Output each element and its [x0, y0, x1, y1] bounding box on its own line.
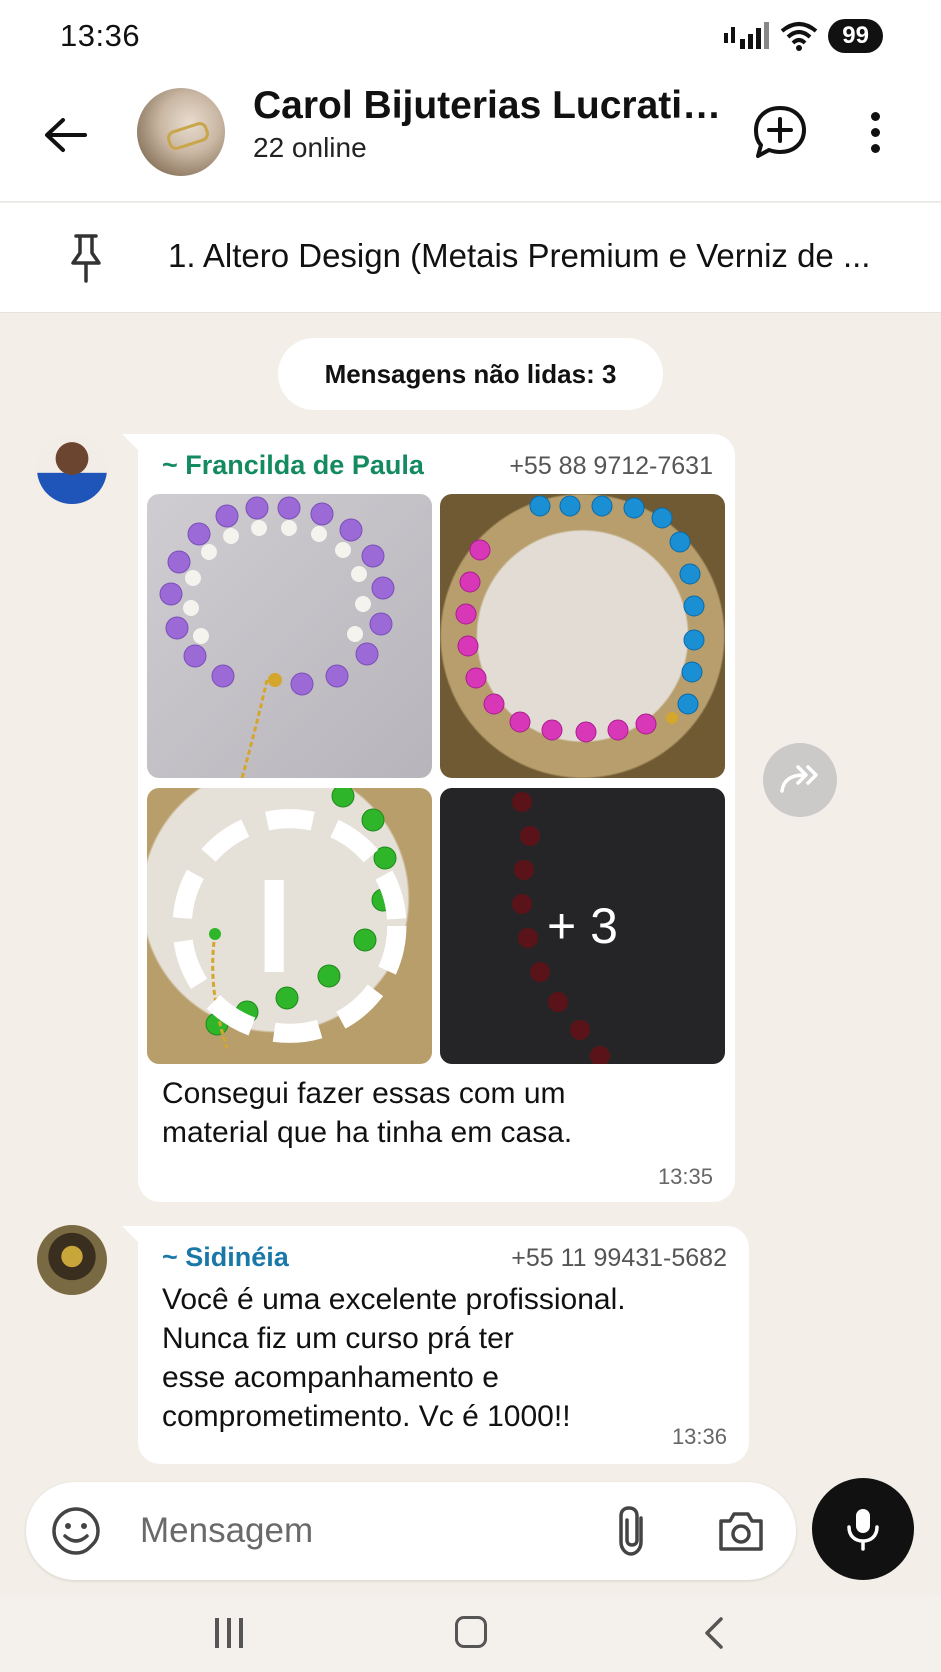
sender-phone: +55 88 9712-7631	[509, 452, 713, 480]
message-bubble[interactable]: ~ Sidinéia +55 11 99431-5682 Você é uma …	[122, 1226, 749, 1464]
sticker-icon	[52, 1507, 100, 1555]
status-time: 13:36	[60, 18, 141, 53]
recents-icon	[215, 1618, 219, 1648]
wifi-icon	[781, 22, 818, 51]
forward-button[interactable]	[763, 743, 837, 817]
chat-header: Carol Bijuterias Lucrativ... 22 online	[0, 72, 941, 202]
microphone-icon	[847, 1509, 879, 1551]
message-composer	[26, 1482, 796, 1580]
menu-dot-icon	[870, 143, 880, 153]
message-text: Consegui fazer essas com um material que…	[162, 1077, 573, 1149]
sender-name[interactable]: ~ Sidinéia	[162, 1242, 289, 1273]
media-thumbnail-more[interactable]: + 3	[440, 788, 725, 1064]
more-media-count: + 3	[440, 788, 725, 1064]
sender-phone: +55 11 99431-5682	[511, 1244, 727, 1272]
sender-avatar[interactable]	[37, 1225, 107, 1295]
back-button[interactable]	[40, 110, 90, 160]
status-bar: 13:36 99	[0, 0, 941, 72]
message-time: 13:36	[671, 1424, 727, 1449]
new-chat-button[interactable]	[750, 102, 810, 162]
forward-icon	[780, 765, 818, 793]
attach-button[interactable]	[611, 1504, 655, 1558]
back-nav-icon[interactable]	[702, 1616, 726, 1650]
message-time: 13:35	[657, 1164, 713, 1189]
group-avatar[interactable]	[137, 88, 225, 176]
group-info[interactable]: Carol Bijuterias Lucrativ... 22 online	[253, 84, 723, 164]
pinned-message-text: 1. Altero Design (Metais Premium e Verni…	[168, 237, 871, 274]
more-options-button[interactable]	[860, 102, 890, 162]
status-icons: 99	[722, 19, 883, 53]
online-count: 22 online	[253, 132, 367, 163]
battery-indicator: 99	[828, 19, 883, 53]
recents-button[interactable]	[215, 1618, 249, 1648]
pinned-message-bar[interactable]: 1. Altero Design (Metais Premium e Verni…	[0, 203, 941, 313]
sender-avatar[interactable]	[37, 434, 107, 504]
menu-dot-icon	[870, 111, 880, 121]
message-bubble[interactable]: ~ Francilda de Paula +55 88 9712-7631 + …	[122, 434, 735, 1202]
recents-icon	[239, 1618, 243, 1648]
message-input[interactable]	[140, 1506, 590, 1556]
recents-icon	[227, 1618, 231, 1648]
menu-dot-icon	[870, 127, 880, 137]
bracelet-image	[159, 496, 395, 778]
chat-plus-icon	[754, 106, 806, 158]
bracelet-image	[455, 495, 705, 743]
media-thumbnail[interactable]	[147, 494, 432, 778]
view-once-icon	[172, 809, 407, 1043]
system-navigation-bar	[0, 1596, 941, 1672]
group-title: Carol Bijuterias Lucrativ...	[253, 84, 723, 127]
unread-messages-badge: Mensagens não lidas: 3	[278, 338, 663, 410]
arrow-left-icon	[45, 118, 87, 152]
camera-button[interactable]	[716, 1508, 766, 1554]
voice-message-button[interactable]	[812, 1478, 914, 1580]
sender-name[interactable]: ~ Francilda de Paula	[162, 450, 424, 481]
signal-icon	[724, 22, 770, 49]
media-thumbnail[interactable]	[440, 494, 725, 778]
camera-icon	[719, 1512, 763, 1551]
emoji-button[interactable]	[51, 1506, 101, 1556]
paperclip-icon	[619, 1506, 643, 1556]
home-button[interactable]	[455, 1616, 487, 1648]
message-text: Você é uma excelente profissional. Nunca…	[162, 1283, 626, 1433]
media-thumbnail[interactable]	[147, 788, 432, 1064]
pin-icon	[71, 234, 101, 283]
